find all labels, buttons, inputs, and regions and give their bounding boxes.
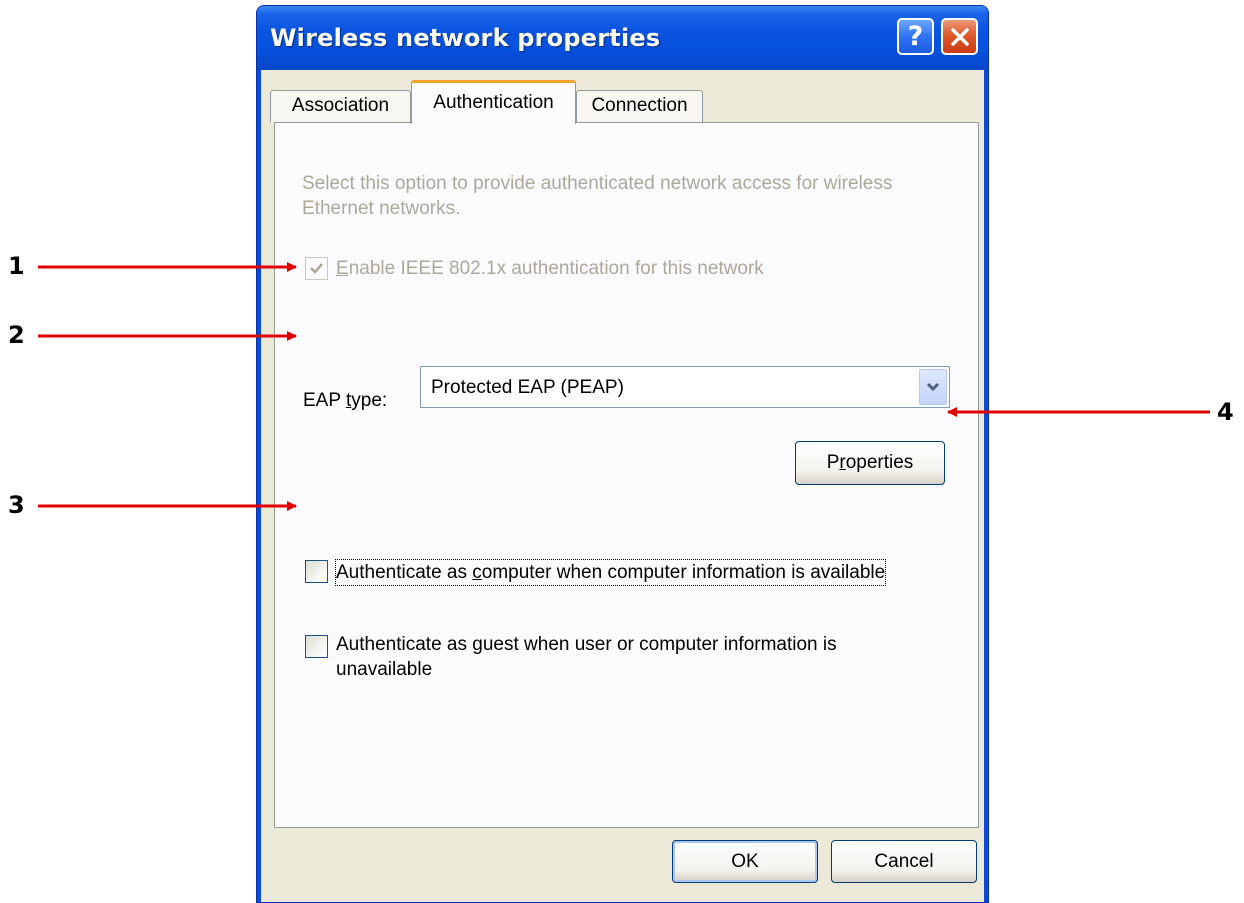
enable-8021x-checkbox[interactable] [305, 257, 328, 280]
chevron-down-icon [926, 382, 940, 392]
auth-as-guest-label: Authenticate as guest when user or compu… [336, 634, 837, 680]
help-button[interactable]: ? [897, 18, 934, 55]
eap-type-select[interactable]: Protected EAP (PEAP) [420, 366, 950, 408]
auth-as-guest-checkbox[interactable] [305, 635, 328, 658]
description-text: Select this option to provide authentica… [302, 173, 893, 219]
ok-button[interactable]: OK [672, 840, 818, 883]
wireless-properties-dialog: Wireless network properties ? Associatio… [256, 5, 989, 903]
properties-button[interactable]: Properties [795, 441, 945, 485]
enable-8021x-label: Enable IEEE 802.1x authentication for th… [336, 258, 764, 279]
title-bar[interactable]: Wireless network properties ? [257, 6, 988, 70]
authentication-panel: Select this option to provide authentica… [274, 122, 979, 828]
annotation-number-3: 3 [8, 491, 25, 519]
annotation-number-2: 2 [8, 321, 25, 349]
eap-type-label: EAP type: [303, 390, 388, 411]
checkmark-icon [310, 263, 323, 274]
close-icon [950, 27, 969, 46]
annotation-number-4: 4 [1217, 398, 1234, 426]
help-icon: ? [907, 21, 924, 52]
auth-as-computer-label: Authenticate as computer when computer i… [334, 559, 887, 586]
dropdown-button[interactable] [919, 369, 947, 405]
dialog-client-area: Association Authentication Connection Se… [261, 70, 984, 902]
tab-connection[interactable]: Connection [576, 90, 703, 122]
cancel-button[interactable]: Cancel [831, 840, 977, 883]
auth-as-computer-checkbox[interactable] [305, 560, 328, 583]
window-title: Wireless network properties [270, 24, 661, 52]
tab-association[interactable]: Association [270, 90, 411, 122]
annotation-number-1: 1 [8, 252, 25, 280]
tab-authentication[interactable]: Authentication [411, 80, 576, 124]
eap-type-value: Protected EAP (PEAP) [431, 377, 624, 398]
close-button[interactable] [941, 18, 978, 55]
